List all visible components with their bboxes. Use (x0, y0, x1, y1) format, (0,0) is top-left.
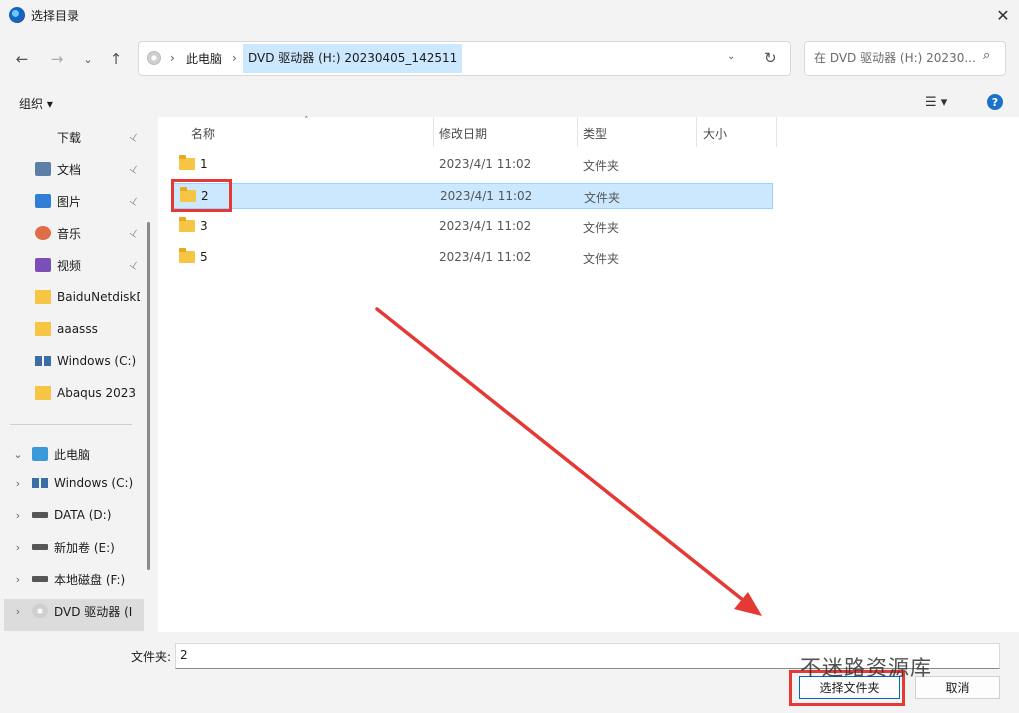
annotation-arrow (375, 307, 762, 616)
watermark-text: 不迷路资源库 (800, 656, 932, 680)
annotation-highlight-row (171, 179, 232, 212)
